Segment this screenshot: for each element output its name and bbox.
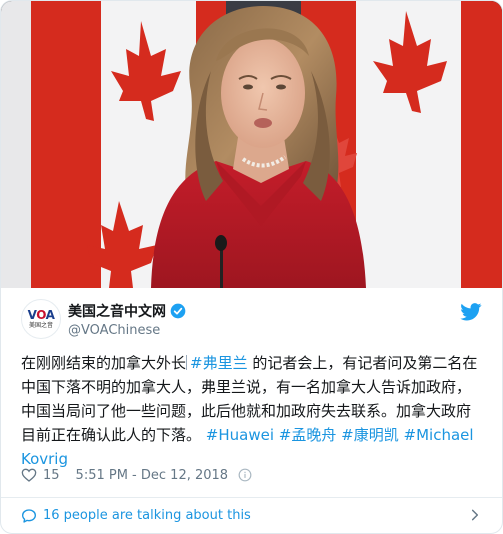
account-display-name[interactable]: 美国之音中文网 [68, 301, 166, 321]
tweet-header: VOA 美国之音 美国之音中文网 @VOAChinese [1, 288, 502, 346]
tweet-timestamp[interactable]: 5:51 PM - Dec 12, 2018 [76, 468, 229, 483]
embedded-tweet-card[interactable]: VOA 美国之音 美国之音中文网 @VOAChinese 在刚刚结束的加拿大外长… [0, 0, 503, 534]
account-display-name-row[interactable]: 美国之音中文网 [68, 301, 186, 321]
like-count[interactable]: 15 [43, 468, 60, 483]
hashtag-link[interactable]: #弗里兰 [190, 354, 248, 372]
chevron-right-icon[interactable] [468, 508, 482, 522]
tweet-text-intro: 在刚刚结束的加拿大外长 [21, 354, 187, 372]
tweet-text: 在刚刚结束的加拿大外长 #弗里兰 的记者会上，有记者问及第二名在中国下落不明的加拿… [21, 351, 483, 471]
voa-logo-subtext: 美国之音 [28, 321, 53, 329]
conversation-link[interactable]: 16 people are talking about this [1, 498, 502, 533]
hashtag-link[interactable]: #Huawei [206, 426, 274, 444]
info-icon[interactable] [238, 468, 252, 482]
voa-logo: VOA [27, 307, 55, 322]
tweet-meta: 15 5:51 PM - Dec 12, 2018 [21, 465, 252, 485]
hashtag-link[interactable]: #孟晚舟 [279, 426, 337, 444]
twitter-bird-icon[interactable] [460, 303, 482, 321]
heart-icon[interactable] [21, 467, 37, 483]
speech-bubble-icon [22, 508, 36, 523]
tweet-photo[interactable] [1, 1, 502, 288]
verified-badge-icon [170, 303, 186, 319]
account-avatar[interactable]: VOA 美国之音 [21, 299, 61, 339]
press-conference-photo [1, 1, 502, 288]
hashtag-link[interactable]: #康明凯 [341, 426, 399, 444]
account-handle[interactable]: @VOAChinese [68, 323, 160, 338]
text-cursor [186, 355, 188, 370]
people-talking-label[interactable]: 16 people are talking about this [43, 508, 251, 523]
